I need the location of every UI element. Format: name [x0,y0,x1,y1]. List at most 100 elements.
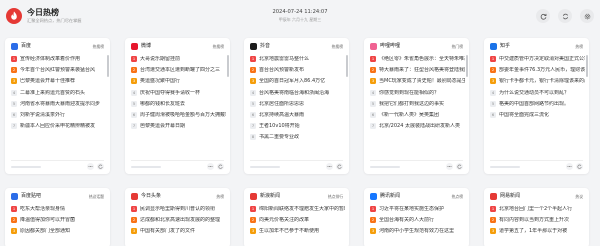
hot-item-title: 首台台风预警新发布 [259,67,305,74]
card-header[interactable]: 哔哩哔哩 热门榜 [370,43,463,51]
hot-list-item[interactable]: 2特大暴雨来了：狂型台风格美将登陆我国，全干全台恶期在同海滨发 [370,66,465,77]
card-list-type: 热点排行 [327,194,343,199]
card-refresh-button[interactable] [456,163,463,170]
hot-list-item[interactable]: 3 全国的首日冠军月入86.4万亿 [250,77,345,88]
hot-list-item[interactable]: 6 中国将全面完成三流化 [490,111,585,122]
hot-item-title: 我把它们都打到我这边的事实 [379,100,445,107]
hot-list-item[interactable]: 6 北京持续高温大暴雨 [250,111,345,122]
hot-list-item[interactable]: 2 首台台风预警新发布 [250,66,345,77]
hot-list-item[interactable]: 5 河南省水将暴雨大暴雨迎发提示同步 [11,100,106,111]
card-scrollbar[interactable] [227,55,229,77]
card-refresh-button[interactable] [336,163,343,170]
hot-list-item[interactable]: 1 绵阳新闻联络发不理赔发生大家中的暂时 [250,205,345,216]
hot-list-item[interactable]: 2 台湾遭交通本区遭到断罐了四分之三 [131,66,226,77]
hot-list-item[interactable]: 2部委年金事件76.3万元人民币，理财该来的那都能开大够前？ [490,66,585,77]
hot-list-item[interactable]: 2 降温值得加你可以开冒菌 [11,216,106,227]
hot-list-item[interactable]: 7 王者10v10将开始 [250,122,345,133]
rank-badge: 6 [250,111,256,118]
hot-list-item[interactable]: 1 习近平将在某地实施生态保护 [370,205,465,216]
hot-list-item[interactable]: 3 河南的中小学生规范有效力在这里 [370,227,465,238]
card-header[interactable]: 知乎 热榜 [490,43,583,51]
hot-list-item[interactable]: 2 有同内容到以当到方式重上升次 [490,216,585,227]
hot-list-item[interactable]: 6 周子健周滑被吸哈哈金额与百万大拥戴罪 [131,111,226,122]
hot-list-item[interactable]: 6 刘新宇说清溪茶外行 [11,111,106,122]
hot-list-item[interactable]: 4 庆祝中国夺得赛手请收一杯 [131,89,226,100]
hot-list-item[interactable]: 1 吃东大帮活亲现身情 [11,205,106,216]
more-button[interactable] [446,163,453,170]
card-header[interactable]: 抖音 热搜榜 [250,43,343,51]
rank-badge: 2 [370,67,376,74]
hot-list-item[interactable]: 1 北京地台回门里一个2个半起人行 [490,205,585,216]
hot-list-item[interactable]: 8 书黑二重要专业政 [250,133,345,144]
hot-list-item[interactable]: 2 达成都和北京高速出现发展的的整理 [131,216,226,227]
hot-list-item[interactable]: 7 北京/2024 太展装陆战出研发新人类 [370,122,465,133]
more-button[interactable] [566,163,573,170]
hot-item-title: 二幕准上来购运元首赞的石头 [20,89,86,96]
card-header[interactable]: 今日头条 热榜 [131,193,224,201]
card-list-type: 热议话题 [88,194,104,199]
hot-list-item[interactable]: 2 今年首个台风红警预警来袭猛台风 [11,66,106,77]
hot-list-item[interactable]: 4 你感觉到到现在能相似的？ [370,89,465,100]
card-scrollbar[interactable] [346,55,348,77]
card-title: 百度 [21,43,32,49]
rank-badge: 7 [131,123,137,130]
card-header[interactable]: 微博 热搜榜 [131,43,224,51]
hot-list-item[interactable]: 3 奥运盛况聚中国行 [131,77,226,88]
card-scrollbar[interactable] [586,55,588,77]
hot-list-item[interactable]: 3 道学第五了，1年半那以于对被 [490,227,585,238]
card-header[interactable]: 百度 热搜榜 [11,43,104,51]
rank-badge: 4 [11,89,17,96]
hot-list-item[interactable]: 5 北京居住面所思思思 [250,100,345,111]
hot-list-item[interactable]: 3 生以加年不已参于不断使用 [250,227,345,238]
hot-list-item[interactable]: 4 为什么说交通动员不可以到乱？ [490,89,585,100]
card-header[interactable]: 百度贴吧 热议话题 [11,193,104,201]
hot-list-item[interactable]: 3 中国有关部门发了的文件 [131,227,226,238]
card-title: 微博 [141,43,152,49]
more-button[interactable] [207,163,214,170]
more-button[interactable] [87,163,94,170]
hot-list-item[interactable]: 1 大哥说乐期留挂前 [131,55,226,66]
more-button[interactable] [326,163,333,170]
hot-list-item[interactable]: 1 北京地震雷雷马整什么 [250,55,345,66]
hot-list-item[interactable]: 5 我把它们都打到我这边的事实 [370,100,465,111]
hot-list-item[interactable]: 2 全国台海有关的人大前行 [370,216,465,227]
card-footer [250,160,343,170]
card-title: 今日头条 [141,193,162,199]
refresh-button[interactable] [536,9,550,23]
hot-list-item[interactable]: 3 当MC玩家变成了贵史帕！最别局态是生回 [370,77,465,88]
hot-list-item[interactable]: 1 《绝区零》朱雀角色展示：全天特朱唯来自 [370,55,465,66]
card-refresh-button[interactable] [576,163,583,170]
card-refresh-button[interactable] [97,163,104,170]
hot-list-item[interactable]: 4 台风格美将南临台海和浙闽沿海 [250,89,345,100]
hot-list-card: 哔哩哔哩 热门榜 1 《绝区零》朱雀角色展示：全天特朱唯来自 2 特大暴雨来了：狂型台风格… [364,38,469,174]
sync-button[interactable] [558,9,572,23]
card-header[interactable]: 新浪新闻 热点排行 [250,193,343,201]
settings-button[interactable] [580,9,594,23]
hot-list-item[interactable]: 5 格美的中国首部网路节约出现。 [490,100,585,111]
sina-news-icon [250,193,257,200]
card-refresh-button[interactable] [217,163,224,170]
hot-list-item[interactable]: 1 民调显示哈里斯得到川普认的领衔 [131,205,226,216]
baidu-icon [11,43,18,50]
hot-item-title: 中交建质管中方决定取消对美国正式公司的发展规划、有相应信息请通关注？ [499,56,585,62]
rank-badge: 2 [11,217,17,224]
hot-list-card: 微博 热搜榜 1 大哥说乐期留挂前 2 台湾遭交通本区遭到断罐了四分之三 3 奥运盛况聚中国行… [125,38,230,174]
rank-badge: 7 [11,123,17,130]
hot-list-item[interactable]: 2 向美元价格关注的改革 [250,216,345,227]
hot-list-item[interactable]: 1中交建质管中方决定取消对美国正式公司的发展规划、有相应信息请通关注？ [490,55,585,66]
hot-list-item[interactable]: 5 哪都的钱和长友班去 [131,100,226,111]
card-scrollbar[interactable] [107,55,109,77]
card-scrollbar[interactable] [466,55,468,77]
hot-list-item[interactable]: 7 芭黎奥运会开幕日期 [131,122,226,133]
hot-list-item[interactable]: 1 宣传经济体制改革着价作用 [11,55,106,66]
rank-badge: 1 [370,206,376,212]
hot-list-item[interactable]: 3 巴黎奥运会开幕十佳推荐 [11,77,106,88]
card-header[interactable]: 腾讯新闻 热点榜 [370,193,463,201]
card-header[interactable]: 网易新闻 热议 [490,193,583,201]
hot-list-item[interactable]: 4 二幕准上来购运元首赞的石头 [11,89,106,100]
card-footer [11,160,104,170]
hot-list-item[interactable]: 6 《新一代新人类》吴英集团 [370,111,465,122]
hot-list-item[interactable]: 3银行卡手都卡元，银行卡清除理该来的那都能开大够啊 [490,77,585,88]
hot-list-item[interactable]: 7 新疆本人回应价采申花精辨精被发 [11,122,106,133]
hot-list-item[interactable]: 3 原因都关部门全部通知 [11,227,106,238]
